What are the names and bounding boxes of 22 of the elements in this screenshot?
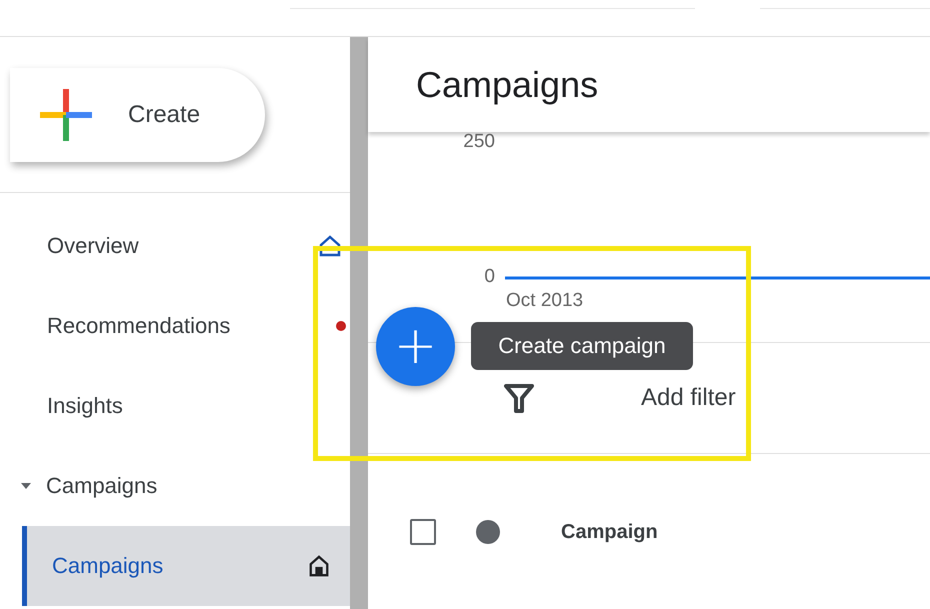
add-filter-button[interactable]: Add filter: [641, 384, 736, 412]
axis-label: Oct 2013: [506, 290, 584, 312]
status-icon: [476, 520, 500, 544]
nav-item[interactable]: Recommendations: [0, 286, 350, 366]
caret-icon[interactable]: [20, 482, 32, 490]
nav-item[interactable]: Insights: [0, 366, 350, 446]
nav-item[interactable]: Campaigns: [22, 526, 350, 606]
column-header[interactable]: Campaign: [561, 520, 658, 544]
plus-icon: [40, 88, 92, 140]
add-button[interactable]: +: [376, 307, 455, 386]
axis-tick-label: 250: [463, 131, 495, 154]
nav-group-header[interactable]: Campaigns: [0, 446, 350, 526]
tooltip: Create campaign: [471, 322, 693, 370]
create-button[interactable]: Create: [10, 68, 265, 162]
notification-dot-icon: [336, 321, 346, 331]
page-title: Campaigns: [416, 64, 598, 106]
home-icon: [308, 555, 330, 577]
checkbox[interactable]: [410, 519, 436, 546]
nav-item[interactable]: Overview: [0, 206, 350, 286]
home-icon: [318, 234, 342, 258]
axis-tick-label: 0: [484, 266, 495, 288]
filter-icon[interactable]: [504, 383, 534, 414]
